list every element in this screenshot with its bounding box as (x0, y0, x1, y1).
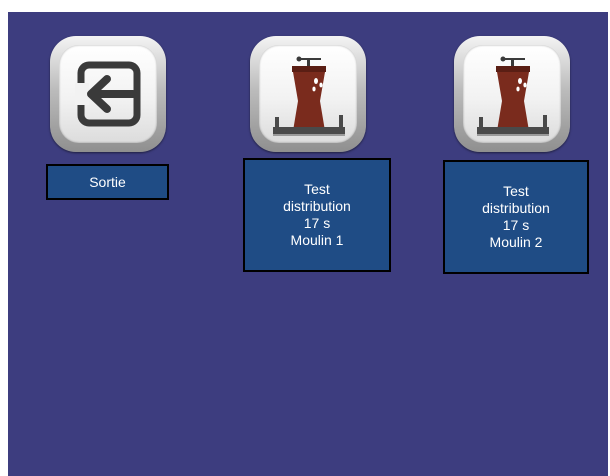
label-line: 17 s (502, 217, 530, 233)
exit-button[interactable] (50, 36, 166, 152)
exit-label-text: Sortie (89, 173, 126, 190)
grinder-2-tile-face (463, 45, 561, 143)
label-line: Moulin 1 (290, 232, 344, 248)
grinder-1-label-lines: Test distribution 17 s Moulin 1 (283, 181, 351, 249)
exit-tile-face (59, 45, 157, 143)
grinder-1-tile-face (259, 45, 357, 143)
grinder-1-button[interactable] (250, 36, 366, 152)
grinder-2-button[interactable] (454, 36, 570, 152)
label-line: distribution (283, 198, 351, 214)
grinder-2-label[interactable]: Test distribution 17 s Moulin 2 (443, 160, 589, 274)
exit-label[interactable]: Sortie (46, 164, 169, 200)
grinder-2-label-lines: Test distribution 17 s Moulin 2 (482, 183, 550, 251)
grinder-1-label[interactable]: Test distribution 17 s Moulin 1 (243, 158, 391, 272)
label-line: Moulin 2 (489, 234, 543, 250)
screen-background: Sortie Test distribution 17 s Moulin 1 T… (8, 12, 608, 476)
label-line: Test (503, 183, 529, 199)
exit-icon (75, 61, 141, 127)
label-line: distribution (482, 200, 550, 216)
label-line: Test (304, 181, 330, 197)
label-line: 17 s (303, 215, 331, 231)
coffee-grinder-icon (477, 56, 549, 136)
coffee-grinder-icon (273, 56, 345, 136)
